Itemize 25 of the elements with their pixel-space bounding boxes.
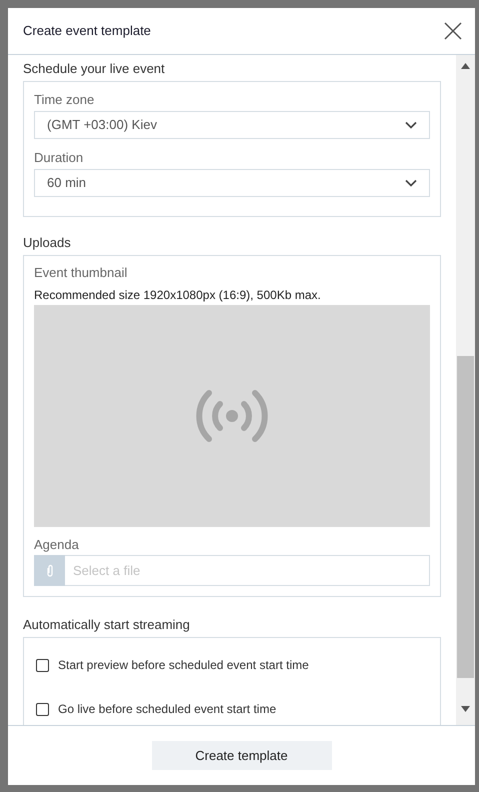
section-title: Automatically start streaming [23, 617, 191, 633]
paperclip-icon [46, 564, 54, 578]
section-title: Uploads [23, 235, 72, 251]
scrollbar[interactable] [456, 55, 475, 725]
dialog-title: Create event template [23, 23, 151, 39]
checkbox-label: Start preview before scheduled event start time [58, 657, 309, 673]
dropdown[interactable]: (GMT +03:00) Kiev [34, 111, 430, 139]
field-label: Agenda [34, 537, 80, 553]
field-label: Duration [34, 150, 84, 166]
chevron-down-icon [405, 121, 417, 129]
scroll-up-icon[interactable] [461, 63, 470, 69]
field-label: Event thumbnail [34, 265, 128, 281]
checkbox[interactable] [36, 658, 49, 672]
checkbox-label: Go live before scheduled event start time [58, 701, 276, 717]
section-title: Schedule your live event [23, 61, 166, 77]
dropdown[interactable]: 60 min [34, 169, 430, 197]
create-template-button[interactable]: Create template [152, 741, 332, 770]
close-button[interactable] [443, 21, 463, 41]
checkbox[interactable] [36, 702, 49, 716]
thumbnail-hint: Recommended size 1920x1080px (16:9), 500Kb max. [34, 287, 322, 303]
scroll-down-icon[interactable] [461, 706, 470, 712]
thumbnail-placeholder[interactable] [34, 305, 430, 527]
file-field[interactable]: Select a file [65, 555, 430, 586]
field-label: Time zone [34, 92, 96, 108]
chevron-down-icon [405, 179, 417, 187]
